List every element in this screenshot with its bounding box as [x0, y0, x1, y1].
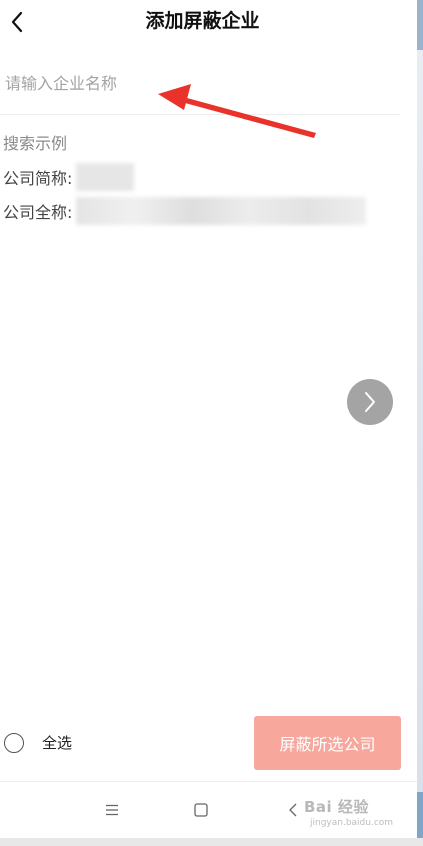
search-example-title: 搜索示例	[3, 134, 68, 153]
next-page-button[interactable]	[347, 379, 393, 425]
home-icon	[194, 803, 208, 817]
baidu-jingyan-watermark: Bai 经验 jingyan.baidu.com	[292, 786, 420, 834]
home-key[interactable]	[189, 798, 213, 822]
select-all-radio[interactable]	[4, 732, 24, 753]
example-full-name-row: 公司全称:	[3, 197, 367, 225]
block-selected-button[interactable]: 屏蔽所选公司	[254, 716, 401, 770]
company-name-input[interactable]	[5, 66, 395, 100]
full-name-label: 公司全称:	[3, 203, 73, 222]
menu-key[interactable]	[100, 798, 124, 822]
short-name-label: 公司简称:	[3, 169, 73, 188]
page-title: 添加屏蔽企业	[145, 10, 260, 32]
redacted-full-name	[76, 197, 367, 225]
right-edge-panel	[417, 0, 423, 846]
watermark-logo-text: Bai 经验	[304, 798, 369, 816]
chevron-right-icon	[365, 392, 375, 412]
watermark-url: jingyan.baidu.com	[310, 818, 394, 828]
bottom-strip	[0, 838, 423, 846]
bottom-action-bar: 全选 屏蔽所选公司	[0, 705, 417, 782]
example-short-name-row: 公司简称:	[3, 163, 135, 191]
menu-icon	[106, 804, 118, 816]
select-all-control[interactable]: 全选	[4, 732, 72, 753]
app-header: 添加屏蔽企业	[0, 0, 417, 44]
redacted-short-name	[76, 163, 135, 191]
search-field-container	[0, 56, 400, 115]
select-all-label: 全选	[42, 734, 73, 752]
